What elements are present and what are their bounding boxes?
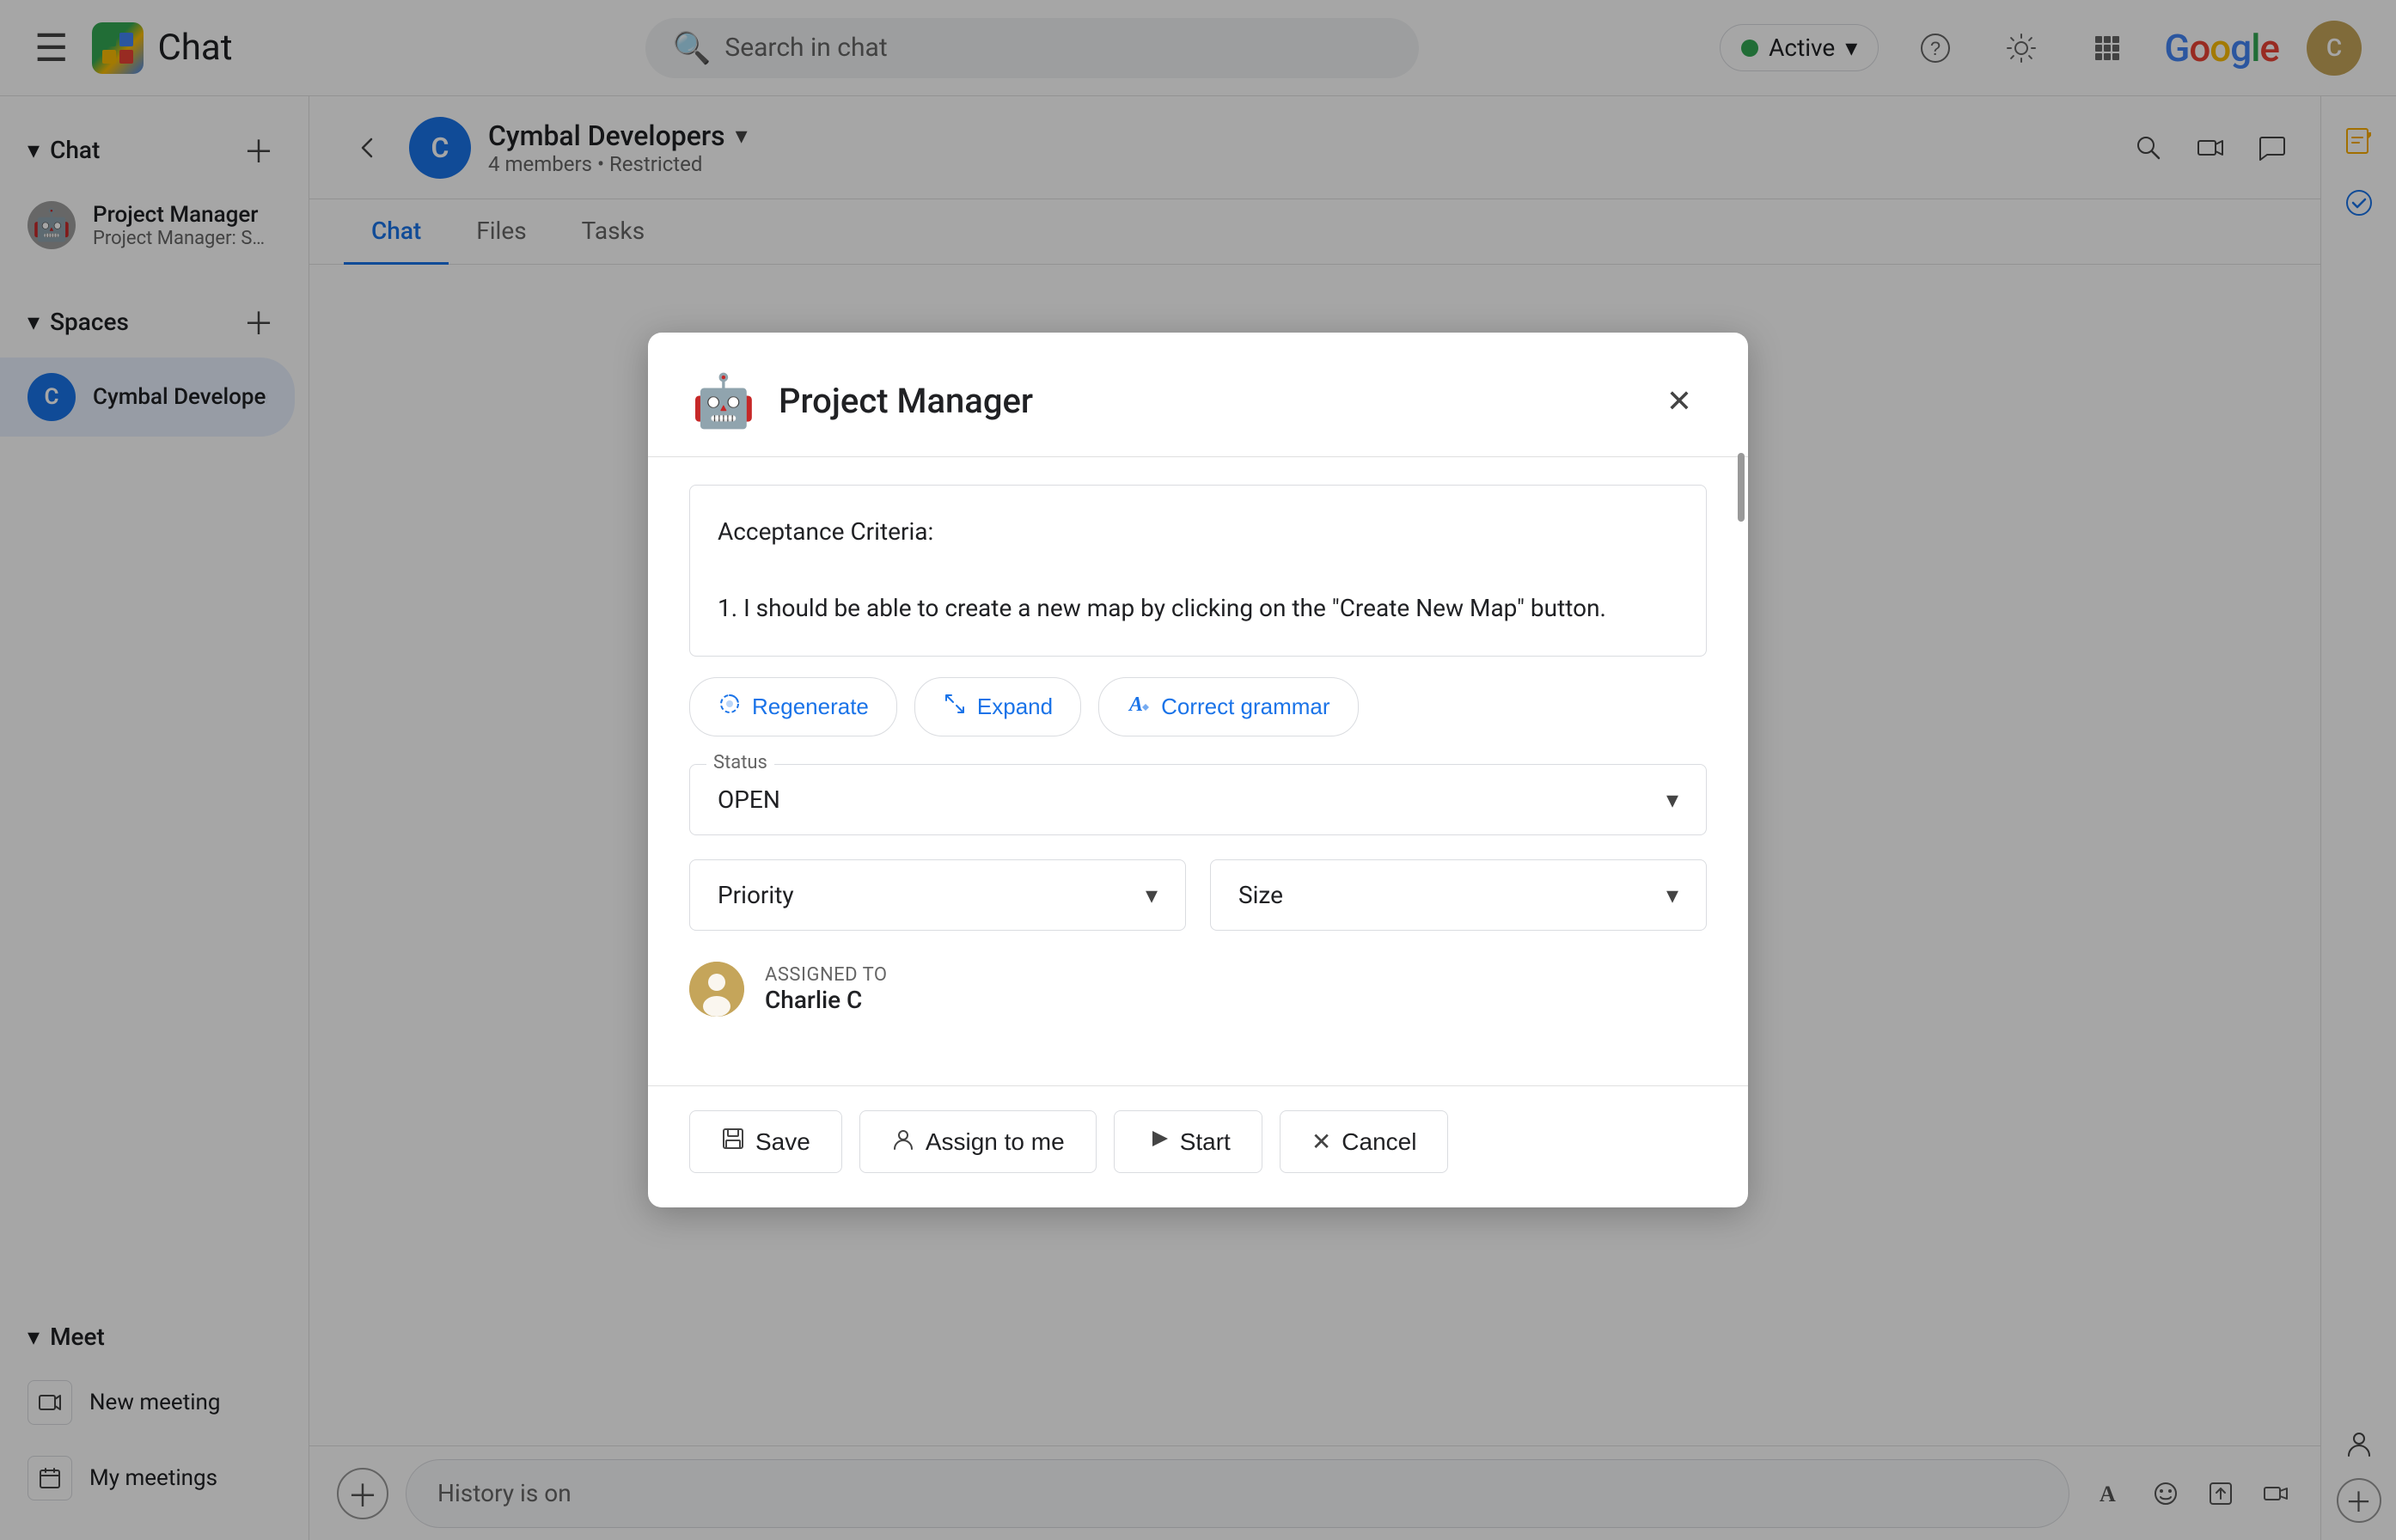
correct-grammar-icon: A [1127, 692, 1151, 722]
assigned-name: Charlie C [765, 986, 888, 1014]
correct-grammar-button[interactable]: A Correct grammar [1098, 677, 1358, 736]
expand-icon [943, 692, 967, 722]
save-button[interactable]: Save [689, 1110, 842, 1173]
priority-chevron-icon: ▾ [1146, 881, 1158, 909]
start-label: Start [1180, 1128, 1231, 1156]
size-select[interactable]: Size ▾ [1210, 859, 1707, 931]
status-chevron-icon: ▾ [1666, 785, 1678, 814]
priority-select[interactable]: Priority ▾ [689, 859, 1186, 931]
modal-overlay: 🤖 Project Manager ✕ Acceptance Criteria:… [0, 0, 2396, 1540]
size-field: Size ▾ [1210, 859, 1707, 931]
regenerate-icon [718, 692, 742, 722]
modal-dialog: 🤖 Project Manager ✕ Acceptance Criteria:… [648, 333, 1748, 1207]
status-label: Status [706, 752, 774, 773]
regenerate-button[interactable]: Regenerate [689, 677, 897, 736]
modal-actions: Save Assign to me Start [648, 1085, 1748, 1207]
size-chevron-icon: ▾ [1666, 881, 1678, 909]
assigned-to-section: ASSIGNED TO Charlie C [689, 955, 1707, 1024]
priority-field: Priority ▾ [689, 859, 1186, 931]
start-button[interactable]: Start [1114, 1110, 1262, 1173]
modal-title: Project Manager [779, 381, 1631, 421]
assigned-to-label: ASSIGNED TO [765, 964, 888, 986]
status-value: OPEN [718, 785, 780, 814]
modal-scrollbar[interactable] [1738, 453, 1745, 1121]
status-field: Status OPEN ▾ [689, 764, 1707, 835]
cancel-button[interactable]: ✕ Cancel [1280, 1110, 1449, 1173]
priority-label: Priority [718, 881, 794, 909]
ai-buttons: Regenerate Expand A [689, 677, 1707, 736]
save-icon [721, 1127, 745, 1157]
modal-bot-icon: 🤖 [689, 367, 758, 436]
modal-textarea[interactable]: Acceptance Criteria: 1. I should be able… [689, 485, 1707, 657]
assigned-info: ASSIGNED TO Charlie C [765, 964, 888, 1014]
modal-header: 🤖 Project Manager ✕ [648, 333, 1748, 457]
regenerate-label: Regenerate [752, 694, 869, 720]
expand-label: Expand [977, 694, 1053, 720]
svg-text:A: A [1128, 694, 1143, 716]
cancel-icon: ✕ [1311, 1128, 1331, 1156]
size-label: Size [1238, 881, 1283, 909]
assign-to-me-button[interactable]: Assign to me [859, 1110, 1097, 1173]
modal-close-button[interactable]: ✕ [1652, 374, 1707, 429]
cancel-label: Cancel [1342, 1128, 1416, 1156]
textarea-content: Acceptance Criteria: 1. I should be able… [718, 513, 1678, 628]
assigned-avatar [689, 962, 744, 1017]
save-label: Save [755, 1128, 810, 1156]
correct-grammar-label: Correct grammar [1161, 694, 1329, 720]
status-select[interactable]: OPEN ▾ [689, 764, 1707, 835]
start-icon [1146, 1127, 1170, 1157]
modal-body: Acceptance Criteria: 1. I should be able… [648, 457, 1748, 1085]
assign-to-me-label: Assign to me [926, 1128, 1065, 1156]
assign-icon [891, 1127, 915, 1157]
expand-button[interactable]: Expand [914, 677, 1081, 736]
priority-size-row: Priority ▾ Size ▾ [689, 859, 1707, 931]
modal-scrollbar-thumb [1738, 453, 1745, 522]
